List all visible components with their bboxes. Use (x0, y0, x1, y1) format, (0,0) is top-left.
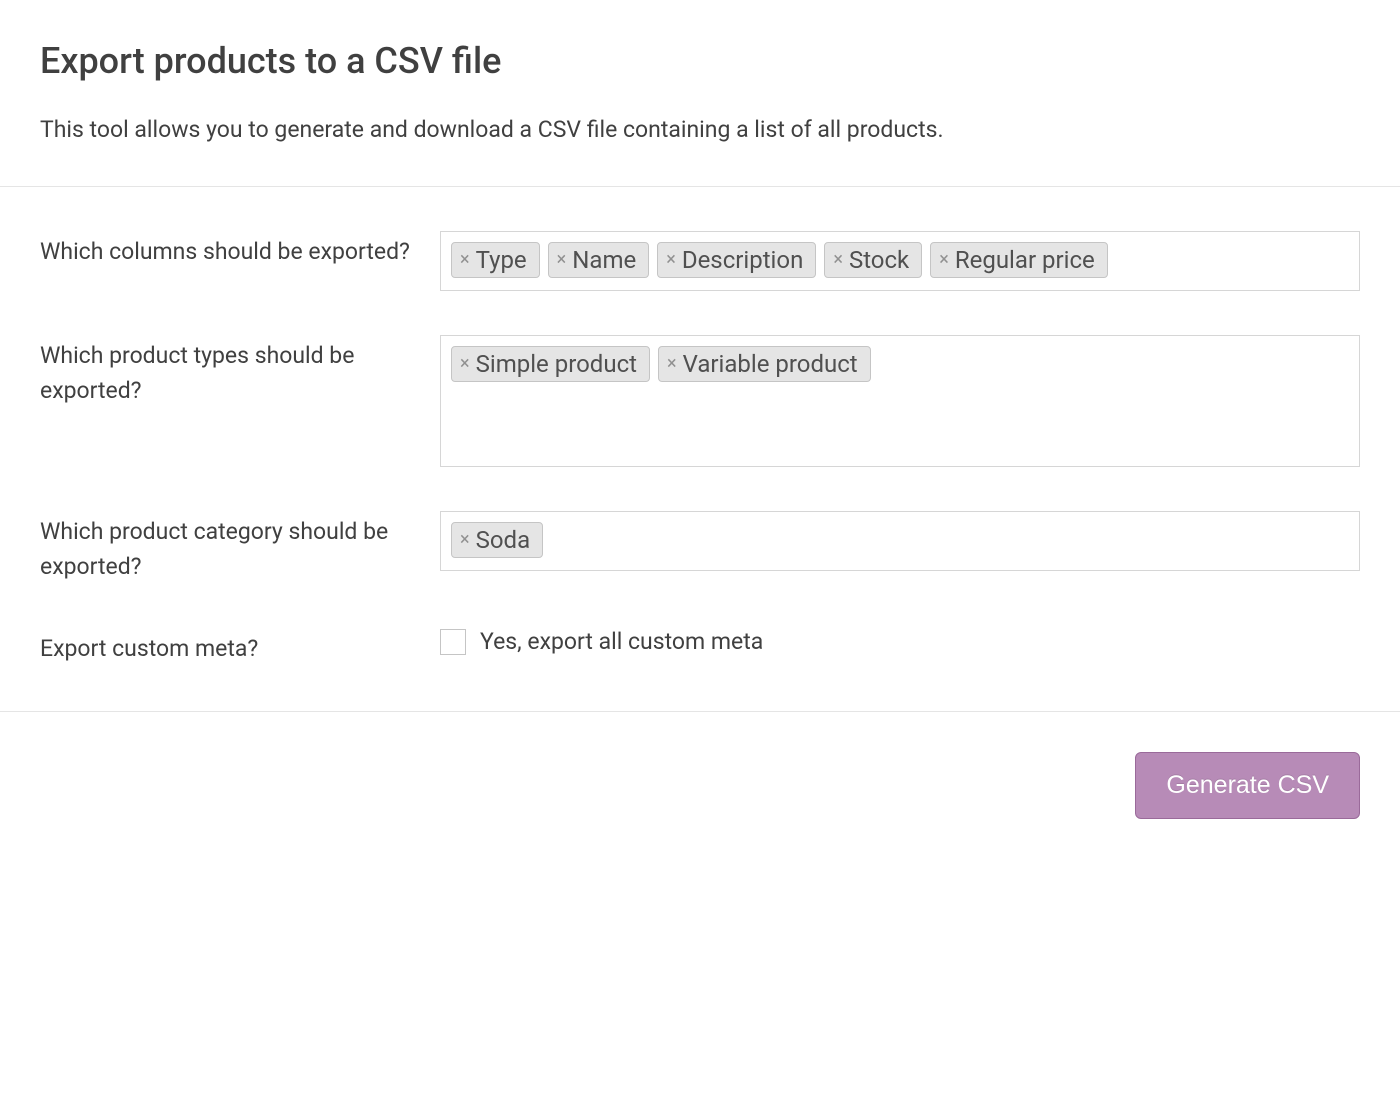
remove-icon[interactable]: × (557, 251, 567, 269)
remove-icon[interactable]: × (460, 251, 470, 269)
row-category: Which product category should be exporte… (40, 511, 1360, 584)
label-category: Which product category should be exporte… (40, 511, 440, 584)
tag-soda: × Soda (451, 522, 543, 558)
label-columns: Which columns should be exported? (40, 231, 440, 270)
tag-stock: × Stock (824, 242, 922, 278)
label-custom-meta: Export custom meta? (40, 628, 440, 667)
tag-label: Regular price (955, 246, 1095, 274)
tag-label: Stock (849, 246, 909, 274)
tag-variable-product: × Variable product (658, 346, 871, 382)
remove-icon[interactable]: × (667, 355, 677, 373)
label-product-types: Which product types should be exported? (40, 335, 440, 408)
tag-label: Variable product (683, 350, 858, 378)
tag-type: × Type (451, 242, 540, 278)
form-section: Which columns should be exported? × Type… (0, 186, 1400, 711)
tag-description: × Description (657, 242, 816, 278)
tag-label: Simple product (476, 350, 637, 378)
product-types-tag-input[interactable]: × Simple product × Variable product (440, 335, 1360, 467)
custom-meta-checkbox[interactable] (440, 629, 466, 655)
tag-label: Soda (476, 526, 531, 554)
page-description: This tool allows you to generate and dow… (40, 114, 1360, 146)
row-product-types: Which product types should be exported? … (40, 335, 1360, 467)
category-tag-input[interactable]: × Soda (440, 511, 1360, 571)
tag-label: Type (476, 246, 527, 274)
remove-icon[interactable]: × (460, 531, 470, 549)
header-section: Export products to a CSV file This tool … (0, 0, 1400, 186)
tag-label: Name (572, 246, 636, 274)
checkbox-row: Yes, export all custom meta (440, 628, 1360, 655)
footer-section: Generate CSV (0, 711, 1400, 859)
tag-name: × Name (548, 242, 650, 278)
row-columns: Which columns should be exported? × Type… (40, 231, 1360, 291)
tag-simple-product: × Simple product (451, 346, 650, 382)
remove-icon[interactable]: × (939, 251, 949, 269)
page-title: Export products to a CSV file (40, 40, 1360, 82)
remove-icon[interactable]: × (666, 251, 676, 269)
generate-csv-button[interactable]: Generate CSV (1135, 752, 1360, 819)
remove-icon[interactable]: × (460, 355, 470, 373)
columns-tag-input[interactable]: × Type × Name × Description × Stock × (440, 231, 1360, 291)
custom-meta-checkbox-label: Yes, export all custom meta (480, 628, 763, 655)
row-custom-meta: Export custom meta? Yes, export all cust… (40, 628, 1360, 667)
tag-label: Description (682, 246, 804, 274)
remove-icon[interactable]: × (833, 251, 843, 269)
tag-regular-price: × Regular price (930, 242, 1108, 278)
